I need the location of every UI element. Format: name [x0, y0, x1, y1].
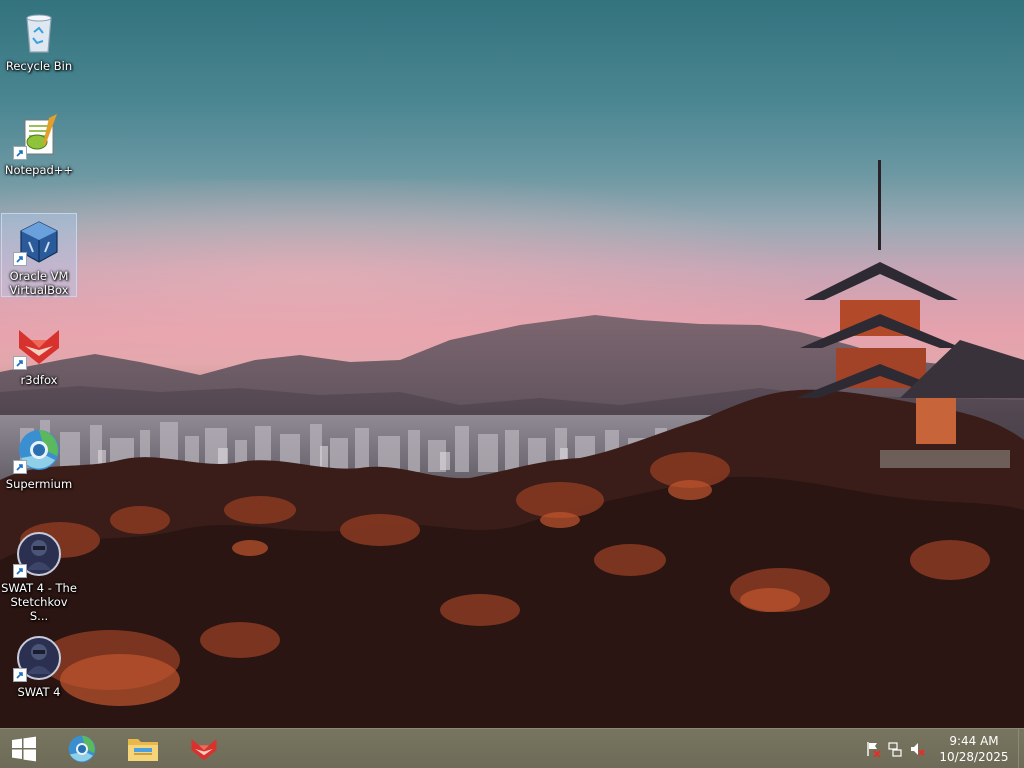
windows-logo-icon: [12, 736, 36, 762]
desktop-icon-supermium[interactable]: Supermium: [1, 422, 77, 491]
swat4-icon: [13, 530, 63, 578]
swat4-icon: [13, 634, 63, 682]
desktop-icon-label: Recycle Bin: [5, 59, 73, 73]
show-desktop-button[interactable]: [1018, 729, 1024, 768]
r3dfox-icon: [13, 322, 63, 370]
shortcut-arrow-icon: [13, 460, 27, 474]
start-button[interactable]: [0, 729, 48, 768]
desktop-icon-label: SWAT 4 - The Stetchkov S...: [1, 581, 77, 623]
recycle-bin-icon: [15, 8, 63, 56]
wallpaper: [0, 160, 1024, 728]
desktop[interactable]: Recycle Bin Notepad++ Oracle VM VirtualB…: [0, 0, 1024, 728]
supermium-icon: [13, 426, 63, 474]
taskbar: 9:44 AM 10/28/2025: [0, 728, 1024, 768]
taskbar-file-explorer-button[interactable]: [115, 729, 171, 768]
system-tray: 9:44 AM 10/28/2025: [862, 729, 1024, 768]
virtualbox-icon: [13, 218, 63, 266]
r3dfox-icon: [191, 739, 217, 761]
taskbar-r3dfox-button[interactable]: [176, 729, 232, 768]
desktop-icon-label: SWAT 4: [17, 685, 61, 699]
desktop-icon-r3dfox[interactable]: r3dfox: [1, 318, 77, 387]
desktop-icon-label: Notepad++: [4, 163, 74, 177]
network-icon[interactable]: [884, 729, 906, 768]
shortcut-arrow-icon: [13, 356, 27, 370]
shortcut-arrow-icon: [13, 668, 27, 682]
desktop-icon-label: r3dfox: [20, 373, 58, 387]
file-explorer-icon: [128, 739, 158, 761]
desktop-icon-recycle-bin[interactable]: Recycle Bin: [1, 4, 77, 73]
shortcut-arrow-icon: [13, 252, 27, 266]
desktop-icon-virtualbox[interactable]: Oracle VM VirtualBox: [1, 213, 77, 297]
volume-muted-icon[interactable]: [906, 729, 928, 768]
clock[interactable]: 9:44 AM 10/28/2025: [934, 733, 1014, 765]
taskbar-supermium-button[interactable]: [54, 729, 110, 768]
shortcut-arrow-icon: [13, 146, 27, 160]
clock-date: 10/28/2025: [939, 750, 1009, 764]
desktop-icon-label: Supermium: [5, 477, 73, 491]
shortcut-arrow-icon: [13, 564, 27, 578]
desktop-icon-notepad-plus-plus[interactable]: Notepad++: [1, 108, 77, 177]
desktop-icon-swat4[interactable]: SWAT 4: [1, 630, 77, 699]
action-center-flag-icon[interactable]: [862, 729, 884, 768]
desktop-icon-swat4-stetchkov[interactable]: SWAT 4 - The Stetchkov S...: [1, 526, 77, 623]
notepad-plus-plus-icon: [13, 112, 63, 160]
clock-time: 9:44 AM: [949, 734, 999, 748]
desktop-icon-label: Oracle VM VirtualBox: [9, 269, 69, 297]
supermium-icon: [68, 735, 96, 763]
